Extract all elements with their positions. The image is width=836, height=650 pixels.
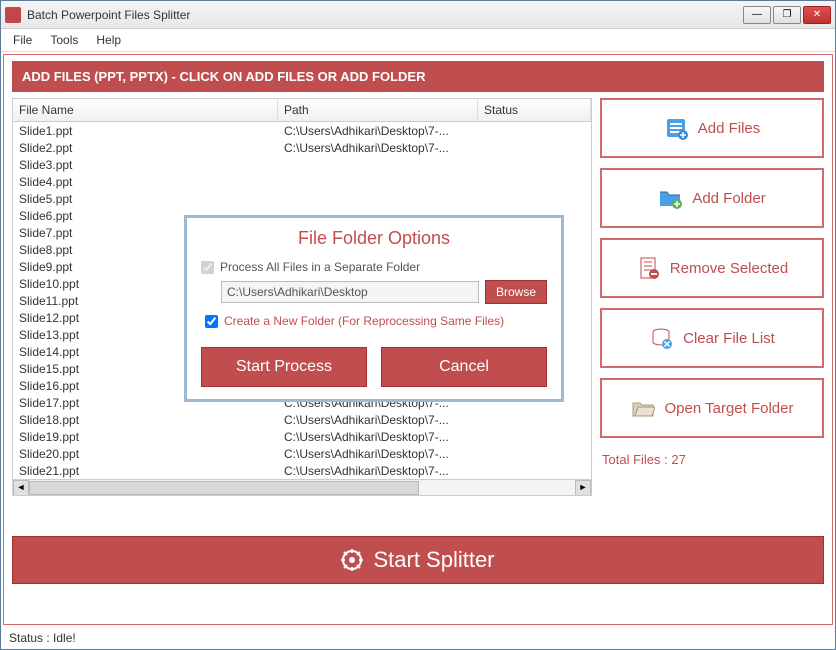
cell-path: C:\Users\Adhikari\Desktop\7-... bbox=[278, 447, 478, 461]
table-row[interactable]: Slide1.pptC:\Users\Adhikari\Desktop\7-..… bbox=[13, 122, 591, 139]
instruction-banner: ADD FILES (PPT, PPTX) - CLICK ON ADD FIL… bbox=[12, 61, 824, 92]
table-row[interactable]: Slide5.ppt bbox=[13, 190, 591, 207]
minimize-button[interactable]: — bbox=[743, 6, 771, 24]
menu-help[interactable]: Help bbox=[96, 33, 121, 47]
maximize-button[interactable]: ❐ bbox=[773, 6, 801, 24]
scroll-thumb[interactable] bbox=[29, 481, 419, 495]
create-new-folder-label: Create a New Folder (For Reprocessing Sa… bbox=[224, 314, 504, 328]
app-icon bbox=[5, 7, 21, 23]
clear-list-icon bbox=[649, 326, 673, 350]
total-files-label: Total Files : 27 bbox=[600, 448, 824, 471]
cell-filename: Slide3.ppt bbox=[13, 158, 278, 172]
remove-selected-button[interactable]: Remove Selected bbox=[600, 238, 824, 298]
process-all-checkbox[interactable] bbox=[201, 261, 214, 274]
cell-filename: Slide5.ppt bbox=[13, 192, 278, 206]
open-target-button[interactable]: Open Target Folder bbox=[600, 378, 824, 438]
scroll-right-icon[interactable]: ► bbox=[575, 480, 591, 496]
table-row[interactable]: Slide20.pptC:\Users\Adhikari\Desktop\7-.… bbox=[13, 445, 591, 462]
table-row[interactable]: Slide3.ppt bbox=[13, 156, 591, 173]
sidebar: Add Files Add Folder Remove Selected Cle… bbox=[600, 98, 824, 496]
remove-selected-label: Remove Selected bbox=[670, 260, 788, 277]
clear-list-label: Clear File List bbox=[683, 330, 775, 347]
remove-selected-icon bbox=[636, 256, 660, 280]
col-path[interactable]: Path bbox=[278, 99, 478, 121]
cancel-button[interactable]: Cancel bbox=[381, 347, 547, 387]
table-row[interactable]: Slide2.pptC:\Users\Adhikari\Desktop\7-..… bbox=[13, 139, 591, 156]
window-title: Batch Powerpoint Files Splitter bbox=[27, 8, 743, 22]
gear-icon bbox=[341, 549, 363, 571]
cell-filename: Slide2.ppt bbox=[13, 141, 278, 155]
app-window: Batch Powerpoint Files Splitter — ❐ ✕ Fi… bbox=[0, 0, 836, 650]
col-filename[interactable]: File Name bbox=[13, 99, 278, 121]
start-process-button[interactable]: Start Process bbox=[201, 347, 367, 387]
cell-path: C:\Users\Adhikari\Desktop\7-... bbox=[278, 413, 478, 427]
table-header: File Name Path Status bbox=[13, 99, 591, 122]
cell-filename: Slide1.ppt bbox=[13, 124, 278, 138]
cell-filename: Slide21.ppt bbox=[13, 464, 278, 478]
cell-filename: Slide19.ppt bbox=[13, 430, 278, 444]
horizontal-scrollbar[interactable]: ◄ ► bbox=[13, 479, 591, 495]
add-files-label: Add Files bbox=[698, 120, 761, 137]
add-folder-icon bbox=[658, 186, 682, 210]
browse-button[interactable]: Browse bbox=[485, 280, 547, 304]
scroll-left-icon[interactable]: ◄ bbox=[13, 480, 29, 496]
cell-path: C:\Users\Adhikari\Desktop\7-... bbox=[278, 430, 478, 444]
col-status[interactable]: Status bbox=[478, 99, 591, 121]
cell-path: C:\Users\Adhikari\Desktop\7-... bbox=[278, 464, 478, 478]
file-folder-options-dialog: File Folder Options Process All Files in… bbox=[184, 215, 564, 402]
cell-filename: Slide20.ppt bbox=[13, 447, 278, 461]
table-row[interactable]: Slide19.pptC:\Users\Adhikari\Desktop\7-.… bbox=[13, 428, 591, 445]
menubar: File Tools Help bbox=[1, 29, 835, 52]
cell-path: C:\Users\Adhikari\Desktop\7-... bbox=[278, 124, 478, 138]
clear-list-button[interactable]: Clear File List bbox=[600, 308, 824, 368]
cell-path: C:\Users\Adhikari\Desktop\7-... bbox=[278, 141, 478, 155]
status-bar: Status : Idle! bbox=[1, 627, 835, 649]
add-files-icon bbox=[664, 116, 688, 140]
start-splitter-button[interactable]: Start Splitter bbox=[12, 536, 824, 584]
add-files-button[interactable]: Add Files bbox=[600, 98, 824, 158]
cell-filename: Slide18.ppt bbox=[13, 413, 278, 427]
add-folder-label: Add Folder bbox=[692, 190, 765, 207]
start-splitter-label: Start Splitter bbox=[373, 547, 494, 573]
cell-filename: Slide4.ppt bbox=[13, 175, 278, 189]
dialog-title: File Folder Options bbox=[201, 226, 547, 257]
menu-tools[interactable]: Tools bbox=[50, 33, 78, 47]
open-folder-icon bbox=[631, 396, 655, 420]
close-button[interactable]: ✕ bbox=[803, 6, 831, 24]
output-path-input[interactable] bbox=[221, 281, 479, 303]
create-new-folder-checkbox[interactable] bbox=[205, 315, 218, 328]
table-row[interactable]: Slide4.ppt bbox=[13, 173, 591, 190]
table-row[interactable]: Slide21.pptC:\Users\Adhikari\Desktop\7-.… bbox=[13, 462, 591, 479]
titlebar[interactable]: Batch Powerpoint Files Splitter — ❐ ✕ bbox=[1, 1, 835, 29]
process-all-label: Process All Files in a Separate Folder bbox=[220, 260, 420, 274]
add-folder-button[interactable]: Add Folder bbox=[600, 168, 824, 228]
menu-file[interactable]: File bbox=[13, 33, 32, 47]
open-target-label: Open Target Folder bbox=[665, 400, 794, 417]
table-row[interactable]: Slide18.pptC:\Users\Adhikari\Desktop\7-.… bbox=[13, 411, 591, 428]
